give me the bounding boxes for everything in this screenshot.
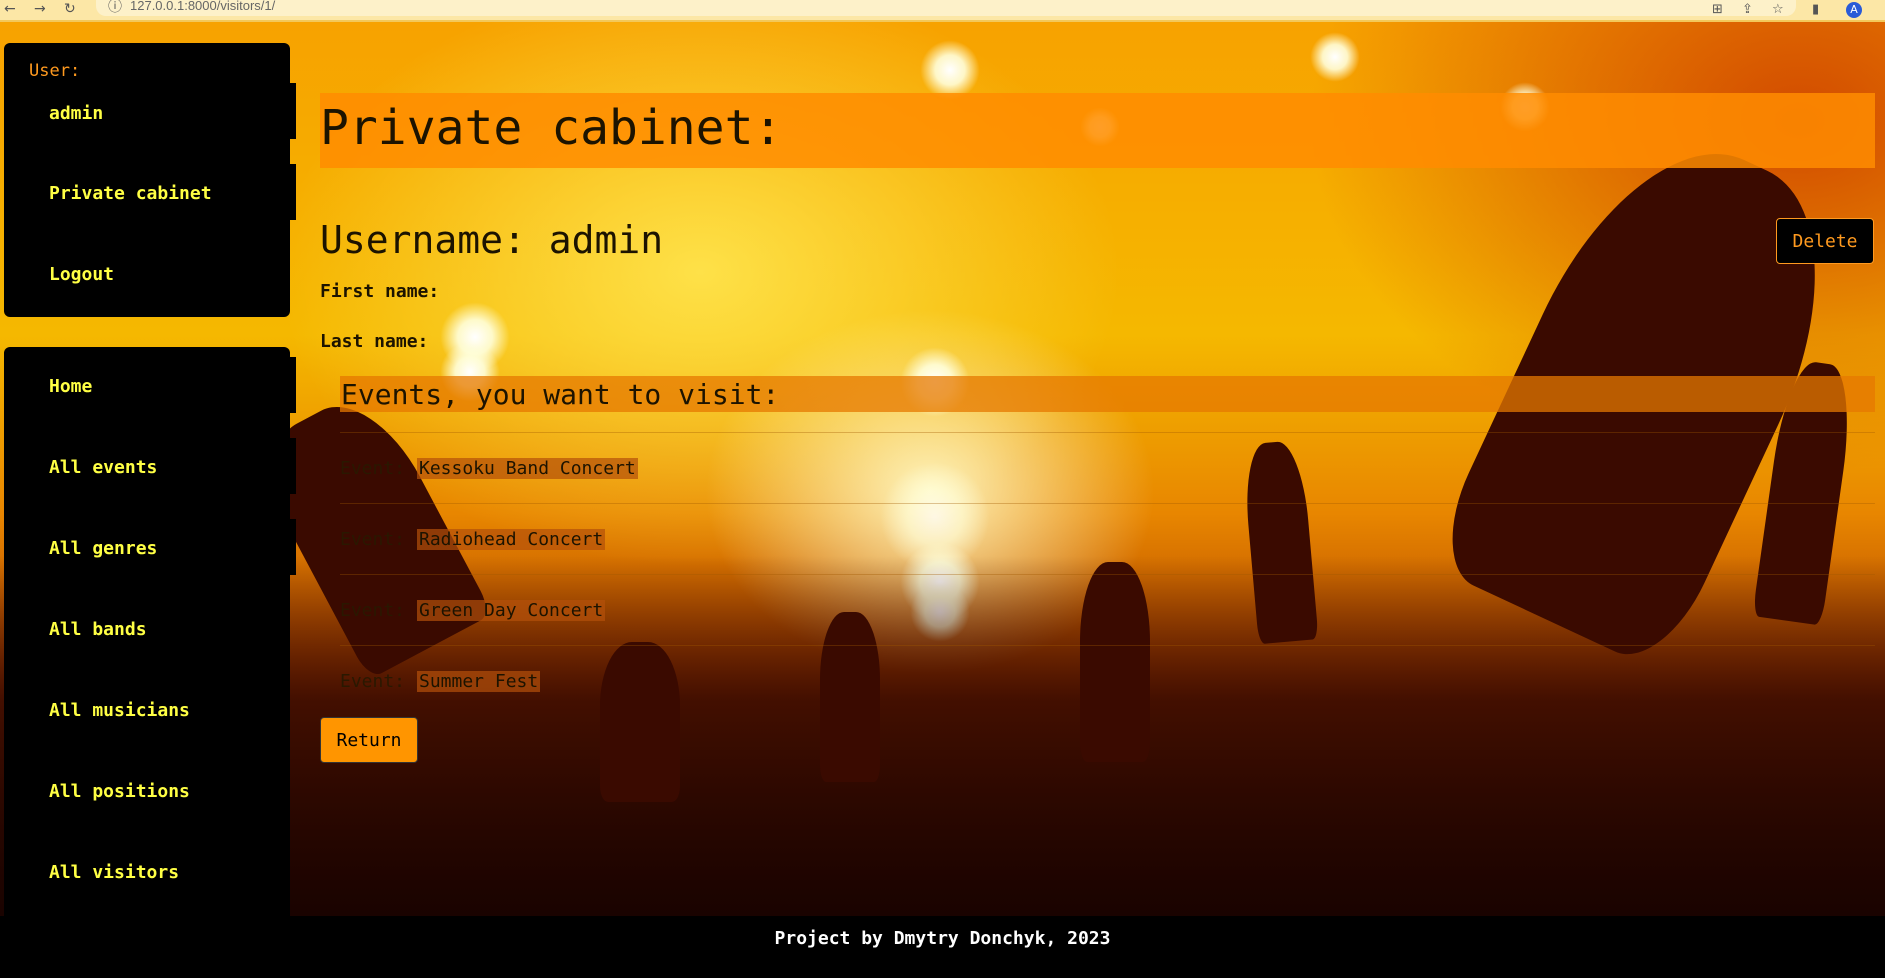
username-heading: Username: admin xyxy=(320,218,664,262)
list-item: Event: Green Day Concert xyxy=(340,574,1875,645)
sidebar-item-home[interactable]: Home xyxy=(49,376,92,397)
sidebar-item-all-events[interactable]: All events xyxy=(49,457,157,478)
event-link[interactable]: Green Day Concert xyxy=(417,600,606,621)
profile-avatar[interactable]: A xyxy=(1846,2,1862,18)
footer-text: Project by Dmytry Donchyk, 2023 xyxy=(774,928,1111,949)
user-label: User: xyxy=(29,61,81,81)
events-heading: Events, you want to visit: xyxy=(341,378,780,411)
sidebar-item-logout[interactable]: Logout xyxy=(49,264,114,285)
event-prefix: Event: xyxy=(340,600,406,621)
event-prefix: Event: xyxy=(340,529,406,550)
info-icon[interactable]: ⓘ xyxy=(108,0,122,14)
translate-icon[interactable]: ⊞ xyxy=(1712,2,1723,17)
sidebar-item-all-visitors[interactable]: All visitors xyxy=(49,862,179,883)
bookmark-star-icon[interactable]: ☆ xyxy=(1772,2,1784,17)
share-icon[interactable]: ⇪ xyxy=(1742,2,1753,17)
sidebar-item-all-bands[interactable]: All bands xyxy=(49,619,147,640)
user-panel: User: admin Private cabinet Logout xyxy=(4,43,296,317)
sidebar-item-all-musicians[interactable]: All musicians xyxy=(49,700,190,721)
sidebar-item-all-positions[interactable]: All positions xyxy=(49,781,190,802)
event-link[interactable]: Summer Fest xyxy=(417,671,541,692)
last-name-label: Last name: xyxy=(320,331,429,352)
event-prefix: Event: xyxy=(340,671,406,692)
forward-arrow-icon[interactable]: → xyxy=(34,2,46,16)
list-item: Event: Kessoku Band Concert xyxy=(340,432,1875,503)
sidebar-item-private-cabinet[interactable]: Private cabinet xyxy=(49,183,212,204)
back-arrow-icon[interactable]: ← xyxy=(4,2,16,16)
event-link[interactable]: Kessoku Band Concert xyxy=(417,458,638,479)
first-name-label: First name: xyxy=(320,281,440,302)
event-prefix: Event: xyxy=(340,458,406,479)
url-text[interactable]: 127.0.0.1:8000/visitors/1/ xyxy=(130,0,275,12)
delete-button[interactable]: Delete xyxy=(1776,218,1874,264)
sidebar-icon[interactable]: ▮ xyxy=(1812,2,1819,17)
page-title: Private cabinet: xyxy=(320,100,783,156)
address-bar[interactable]: ⓘ 127.0.0.1:8000/visitors/1/ xyxy=(96,0,1796,16)
return-button[interactable]: Return xyxy=(320,717,418,763)
reload-icon[interactable]: ↻ xyxy=(64,2,76,16)
list-item: Event: Summer Fest xyxy=(340,645,1875,716)
event-link[interactable]: Radiohead Concert xyxy=(417,529,606,550)
sidebar-item-all-genres[interactable]: All genres xyxy=(49,538,157,559)
footer: Project by Dmytry Donchyk, 2023 xyxy=(0,916,1885,978)
list-item: Event: Radiohead Concert xyxy=(340,503,1875,574)
navigation-panel: Home All events All genres All bands All… xyxy=(4,347,296,916)
browser-toolbar: ← → ↻ ⓘ 127.0.0.1:8000/visitors/1/ ⊞ ⇪ ☆… xyxy=(0,0,1885,22)
sidebar-item-username[interactable]: admin xyxy=(49,103,103,124)
